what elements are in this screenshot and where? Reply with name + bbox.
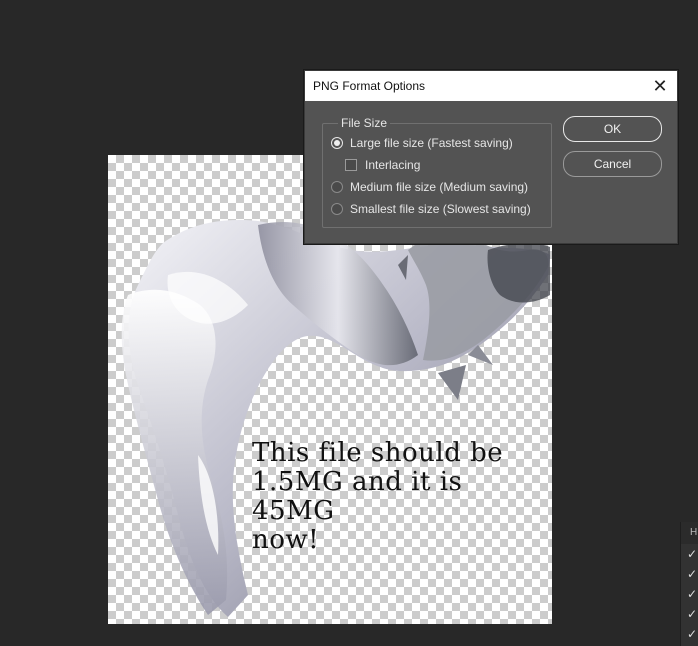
checkmark-icon[interactable]: ✓: [681, 544, 698, 564]
canvas-text-layer: This file should be 1.5MG and it is 45MG…: [252, 438, 504, 555]
radio-selected-icon[interactable]: [331, 137, 343, 149]
checkmark-icon[interactable]: ✓: [681, 564, 698, 584]
radio-smallest-file-size[interactable]: Smallest file size (Slowest saving): [331, 201, 531, 217]
file-size-legend: File Size: [338, 116, 391, 130]
radio-label: Large file size (Fastest saving): [350, 136, 513, 150]
dialog-titlebar[interactable]: PNG Format Options ✕: [305, 71, 677, 101]
radio-large-file-size[interactable]: Large file size (Fastest saving): [331, 135, 513, 151]
panel-header: H: [681, 522, 698, 544]
cancel-button[interactable]: Cancel: [563, 151, 662, 177]
radio-unselected-icon[interactable]: [331, 181, 343, 193]
radio-unselected-icon[interactable]: [331, 203, 343, 215]
radio-label: Smallest file size (Slowest saving): [350, 202, 531, 216]
radio-label: Medium file size (Medium saving): [350, 180, 529, 194]
radio-medium-file-size[interactable]: Medium file size (Medium saving): [331, 179, 528, 195]
checkbox-interlacing[interactable]: Interlacing: [345, 157, 420, 173]
checkbox-icon[interactable]: [345, 159, 357, 171]
checkbox-label: Interlacing: [365, 158, 421, 172]
ok-button[interactable]: OK: [563, 116, 662, 142]
dialog-title: PNG Format Options: [313, 79, 426, 93]
history-panel: H ✓ ✓ ✓ ✓ ✓: [680, 522, 698, 646]
checkmark-icon[interactable]: ✓: [681, 624, 698, 644]
checkmark-icon[interactable]: ✓: [681, 604, 698, 624]
checkmark-icon[interactable]: ✓: [681, 584, 698, 604]
png-format-options-dialog: PNG Format Options ✕ File Size Large fil…: [304, 70, 678, 244]
close-icon[interactable]: ✕: [649, 75, 671, 97]
